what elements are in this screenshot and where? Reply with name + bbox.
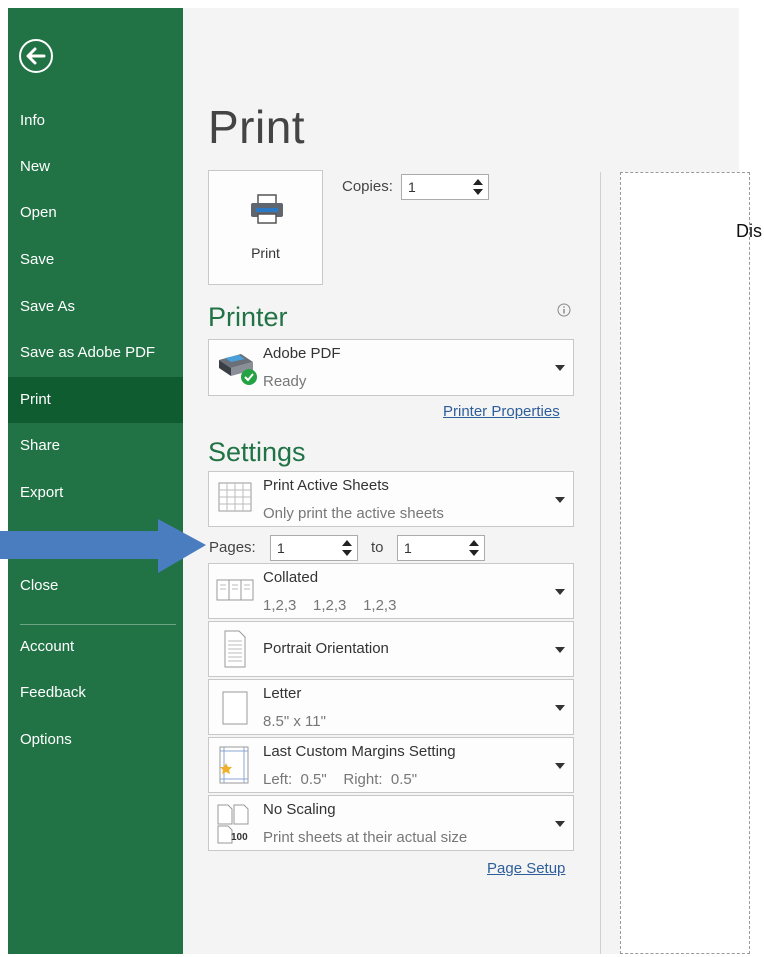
chevron-down-icon	[555, 365, 565, 371]
printer-status: Ready	[263, 373, 307, 390]
nav-share[interactable]: Share	[8, 423, 183, 469]
annotation-arrow-icon	[0, 519, 206, 573]
backstage-sidebar: Info New Open Save Save As Save as Adobe…	[8, 8, 183, 954]
printer-ready-icon	[219, 354, 257, 385]
margins-title: Last Custom Margins Setting	[263, 743, 456, 760]
scaling-subtitle: Print sheets at their actual size	[263, 829, 468, 846]
print-what-dropdown[interactable]: Print Active Sheets Only print the activ…	[208, 471, 574, 527]
custom-margins-icon	[219, 746, 249, 784]
spin-arrows-icon[interactable]	[468, 538, 480, 558]
portrait-page-icon	[224, 630, 246, 668]
print-preview-page	[620, 172, 750, 954]
nav-print[interactable]: Print	[8, 377, 183, 423]
settings-section-title: Settings	[208, 437, 306, 467]
letter-paper-icon	[222, 691, 248, 725]
pages-label: Pages:	[209, 539, 256, 556]
chevron-down-icon	[555, 705, 565, 711]
scaling-title: No Scaling	[263, 801, 336, 818]
nav-options[interactable]: Options	[8, 717, 183, 763]
printer-name: Adobe PDF	[263, 345, 341, 362]
nav-save-as[interactable]: Save As	[8, 284, 183, 330]
printer-icon	[251, 194, 283, 224]
page-title: Print	[208, 101, 306, 153]
paper-size-dropdown[interactable]: Letter 8.5" x 11"	[208, 679, 574, 735]
orientation-dropdown[interactable]: Portrait Orientation	[208, 621, 574, 677]
chevron-down-icon	[555, 497, 565, 503]
nav-new[interactable]: New	[8, 144, 183, 190]
copies-label: Copies:	[342, 178, 393, 195]
print-what-subtitle: Only print the active sheets	[263, 505, 444, 522]
nav-save-as-adobe-pdf[interactable]: Save as Adobe PDF	[8, 330, 183, 376]
copies-spinner[interactable]: 1	[401, 174, 489, 200]
nav-info[interactable]: Info	[8, 98, 183, 144]
collation-subtitle: 1,2,3 1,2,3 1,2,3	[263, 597, 397, 614]
pages-to-label: to	[371, 539, 384, 556]
chevron-down-icon	[555, 763, 565, 769]
print-what-title: Print Active Sheets	[263, 477, 389, 494]
margins-subtitle: Left: 0.5" Right: 0.5"	[263, 771, 418, 788]
sheet-grid-icon	[218, 482, 252, 512]
collation-dropdown[interactable]: Collated 1,2,3 1,2,3 1,2,3	[208, 563, 574, 619]
chevron-down-icon	[555, 821, 565, 827]
scaling-icon-text: 100	[231, 832, 248, 843]
pages-to-value: 1	[404, 540, 412, 556]
chevron-down-icon	[555, 589, 565, 595]
margins-dropdown[interactable]: Last Custom Margins Setting Left: 0.5" R…	[208, 737, 574, 793]
pages-from-spinner[interactable]: 1	[270, 535, 358, 561]
printer-section-title: Printer	[208, 302, 288, 332]
preview-divider	[600, 172, 601, 954]
nav-account[interactable]: Account	[8, 624, 183, 670]
spin-arrows-icon[interactable]	[341, 538, 353, 558]
page-setup-link[interactable]: Page Setup	[487, 860, 565, 877]
paper-size-subtitle: 8.5" x 11"	[263, 713, 326, 730]
nav-open[interactable]: Open	[8, 190, 183, 236]
collated-pages-icon	[216, 579, 254, 601]
back-arrow-icon[interactable]	[18, 38, 54, 74]
scaling-dropdown[interactable]: 100 No Scaling Print sheets at their act…	[208, 795, 574, 851]
pages-to-spinner[interactable]: 1	[397, 535, 485, 561]
print-button[interactable]: Print	[208, 170, 323, 285]
printer-properties-link[interactable]: Printer Properties	[443, 403, 560, 420]
chevron-down-icon	[555, 647, 565, 653]
paper-size-title: Letter	[263, 685, 302, 702]
preview-text: Dis	[736, 221, 762, 241]
printer-dropdown[interactable]: Adobe PDF Ready	[208, 339, 574, 396]
print-button-label: Print	[251, 245, 280, 261]
nav-export[interactable]: Export	[8, 470, 183, 516]
spin-arrows-icon[interactable]	[472, 177, 484, 197]
pages-from-value: 1	[277, 540, 285, 556]
orientation-title: Portrait Orientation	[263, 640, 389, 657]
collation-title: Collated	[263, 569, 319, 586]
info-icon[interactable]	[557, 303, 571, 317]
nav-save[interactable]: Save	[8, 237, 183, 283]
nav-feedback[interactable]: Feedback	[8, 670, 183, 716]
copies-value: 1	[408, 179, 416, 195]
